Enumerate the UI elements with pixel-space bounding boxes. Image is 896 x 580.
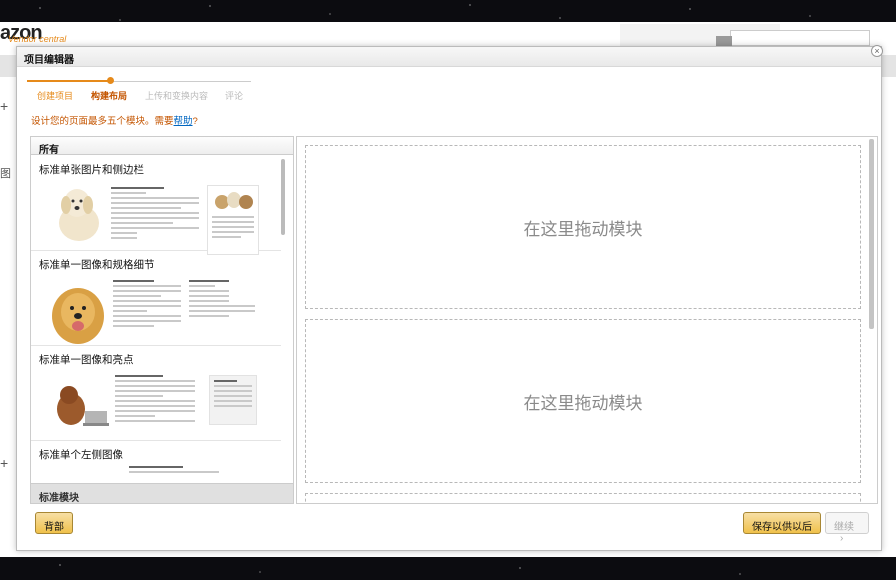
module-panel: 所有 标准单张图片和侧边栏 标准单一图像和规格细节 标准单一图像和亮点 标准单个… bbox=[30, 136, 294, 504]
continue-button: 继续 › bbox=[825, 512, 869, 544]
dog-image bbox=[59, 470, 109, 476]
save-for-later-button[interactable]: 保存以供以后 bbox=[743, 512, 821, 534]
puppy-image bbox=[59, 189, 99, 241]
highlights-box bbox=[209, 375, 257, 425]
back-button[interactable]: 背部 bbox=[35, 512, 73, 534]
background-side-glyph: + bbox=[0, 98, 9, 114]
background-side-glyph: 图 bbox=[0, 168, 11, 180]
dog-laptop-image bbox=[57, 386, 109, 426]
hint-suffix: ? bbox=[192, 116, 198, 127]
progress-steps: 创建项目 构建布局 上传和变换内容 评论 bbox=[27, 75, 267, 101]
module-thumbnail bbox=[39, 466, 275, 476]
progress-fill bbox=[27, 80, 109, 82]
close-icon[interactable]: × bbox=[871, 45, 883, 57]
standard-modules-tab[interactable]: 标准模块 bbox=[31, 483, 293, 503]
module-name: 标准单个左侧图像 bbox=[39, 449, 123, 461]
step-upload-content: 上传和变换内容 bbox=[145, 91, 209, 101]
module-thumbnail bbox=[39, 181, 275, 255]
puppies-image bbox=[215, 192, 253, 209]
background-logo-sub: Vendor central bbox=[8, 34, 67, 44]
module-item-left-image[interactable]: 标准单个左侧图像 bbox=[31, 441, 281, 476]
step-create-project[interactable]: 创建项目 bbox=[37, 89, 73, 102]
module-list: 标准单张图片和侧边栏 标准单一图像和规格细节 标准单一图像和亮点 标准单个左侧图… bbox=[31, 156, 281, 476]
project-editor-modal: 项目编辑器 × 创建项目 构建布局 上传和变换内容 评论 设计您的页面最多五个模… bbox=[16, 45, 883, 551]
step-review: 评论 bbox=[225, 91, 244, 101]
drop-zone-2[interactable]: 在这里拖动模块 bbox=[305, 319, 861, 483]
drop-zone-1[interactable]: 在这里拖动模块 bbox=[305, 145, 861, 309]
sidebar-preview bbox=[207, 185, 259, 255]
modal-header: 项目编辑器 bbox=[17, 47, 881, 67]
drop-zone-3[interactable] bbox=[305, 493, 861, 503]
chevron-right-icon: › bbox=[840, 533, 844, 544]
module-list-scrollbar[interactable] bbox=[281, 159, 285, 235]
module-name: 标准单张图片和侧边栏 bbox=[39, 164, 144, 176]
canvas-scrollbar[interactable] bbox=[869, 139, 874, 329]
modal-title: 项目编辑器 bbox=[24, 55, 74, 66]
module-item-image-sidebar[interactable]: 标准单张图片和侧边栏 bbox=[31, 156, 281, 255]
layout-canvas: 在这里拖动模块 在这里拖动模块 bbox=[296, 136, 878, 504]
module-text-preview bbox=[129, 466, 219, 476]
help-link[interactable]: 帮助 bbox=[174, 116, 193, 127]
module-thumbnail bbox=[39, 276, 275, 350]
progress-marker bbox=[107, 77, 114, 84]
module-item-image-highlights[interactable]: 标准单一图像和亮点 bbox=[31, 346, 281, 441]
step-build-layout[interactable]: 构建布局 bbox=[91, 89, 127, 102]
module-name: 标准单一图像和亮点 bbox=[39, 354, 134, 366]
tab-all[interactable]: 所有 bbox=[31, 137, 293, 156]
continue-label: 继续 bbox=[834, 522, 854, 533]
module-text-preview bbox=[113, 280, 181, 330]
golden-retriever-image bbox=[52, 288, 104, 344]
module-name: 标准单一图像和规格细节 bbox=[39, 259, 155, 271]
background-side-glyph: + bbox=[0, 455, 9, 471]
module-text-preview bbox=[111, 187, 199, 242]
hint-text: 设计您的页面最多五个模块。需要 bbox=[31, 116, 174, 127]
specs-preview bbox=[189, 280, 255, 320]
module-text-preview bbox=[115, 375, 195, 425]
layout-hint: 设计您的页面最多五个模块。需要帮助? bbox=[31, 113, 198, 127]
module-thumbnail bbox=[39, 371, 275, 445]
background-search bbox=[730, 30, 870, 46]
module-item-image-specs[interactable]: 标准单一图像和规格细节 bbox=[31, 251, 281, 346]
